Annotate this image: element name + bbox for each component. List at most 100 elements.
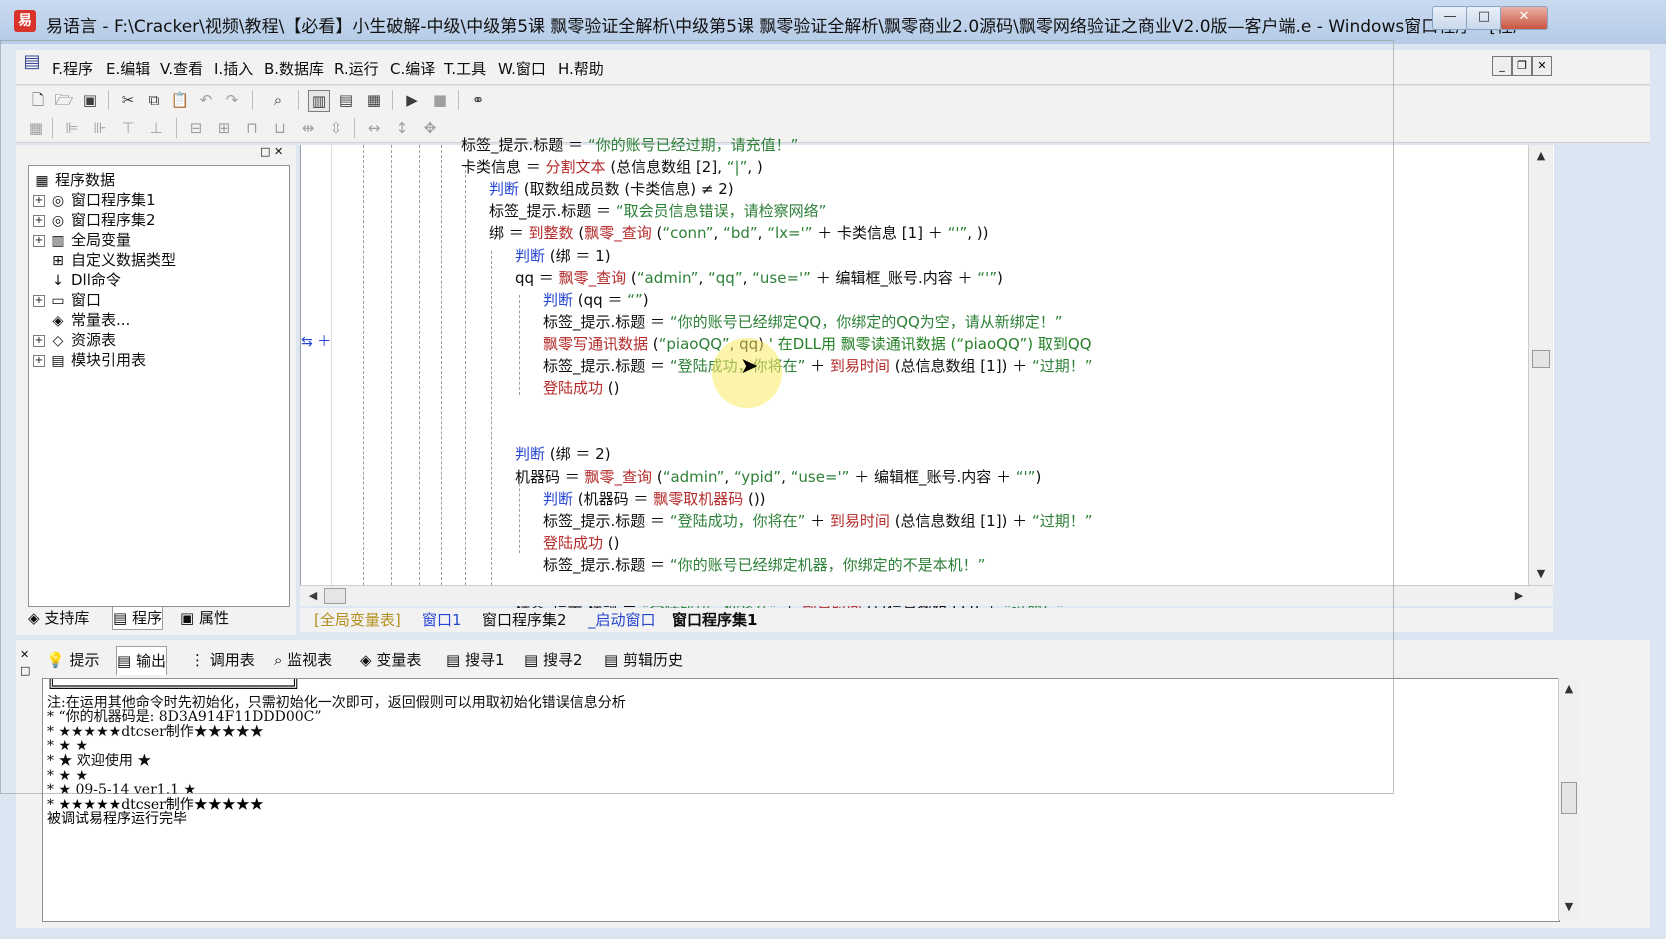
code-line[interactable]: 标签_提示.标题 ＝ “你的账号已经过期，请充值！” — [461, 135, 798, 155]
output-text-area[interactable]: ╚════════════════════════════╝ 注:在运用其他命令时… — [42, 678, 1560, 922]
expand-toggle-icon[interactable]: + — [33, 354, 45, 367]
tab-clip-history[interactable]: ▤ 剪辑历史 — [604, 646, 683, 674]
mdi-close-button[interactable]: ✕ — [1532, 56, 1552, 76]
maximize-button[interactable]: □ — [1466, 6, 1502, 30]
code-line[interactable]: 判断 (绑 ＝ 1) — [515, 246, 611, 266]
code-line[interactable]: 标签_提示.标题 ＝ “登陆成功，你将在” ＋ 到易时间 (总信息数组 [1])… — [543, 511, 1093, 531]
menu-window[interactable]: W.窗口 — [498, 58, 546, 79]
code-line[interactable]: 卡类信息 ＝ 分割文本 (总信息数组 [2], “|”, ) — [461, 157, 763, 177]
redo-icon[interactable]: ↷ — [222, 90, 242, 110]
panel-pin-icon[interactable]: □ — [20, 664, 30, 677]
tree-item[interactable]: + ▥ 全局变量 — [33, 230, 131, 250]
code-line[interactable]: 标签_提示.标题 ＝ “你的账号已经绑定QQ，你绑定的QQ为空，请从新绑定！” — [543, 312, 1063, 332]
code-line[interactable]: 标签_提示.标题 ＝ “取会员信息错误，请检察网络” — [489, 201, 826, 221]
space-v-icon[interactable]: ⊔ — [270, 118, 290, 138]
stop-icon[interactable]: ■ — [430, 90, 450, 110]
tree-item[interactable]: + ◎ 窗口程序集2 — [33, 210, 156, 230]
code-line[interactable]: 标签_提示.标题 ＝ “登陆成功，你将在” ＋ 到易时间 (总信息数组 [1])… — [543, 356, 1093, 376]
tree-item[interactable]: + ◇ 资源表 — [33, 330, 116, 350]
paste-icon[interactable]: 📋 — [170, 90, 190, 110]
tree-item[interactable]: ◈ 常量表... — [33, 310, 131, 330]
tab-startup-window[interactable]: _启动窗口 — [588, 610, 656, 630]
open-folder-icon[interactable]: 🗁 — [54, 90, 74, 110]
expand-toggle-icon[interactable]: + — [33, 194, 45, 207]
undo-icon[interactable]: ↶ — [196, 90, 216, 110]
tab-properties[interactable]: ▣ 属性 — [180, 607, 229, 629]
tab-global-vars[interactable]: [全局变量表] — [314, 610, 401, 630]
align-right-icon[interactable]: ⊪ — [90, 118, 110, 138]
tree-item[interactable]: + ▤ 模块引用表 — [33, 350, 146, 370]
code-line[interactable]: qq ＝ 飘零_查询 (“admin”, “qq”, “use='” ＋ 编辑框… — [515, 268, 1003, 288]
tree-item[interactable]: + ▭ 窗口 — [33, 290, 101, 310]
align-grid-icon[interactable]: ▦ — [26, 118, 46, 138]
menu-compile[interactable]: C.编译 — [390, 58, 435, 79]
new-file-icon[interactable]: 🗋 — [28, 90, 48, 110]
code-line[interactable]: 判断 (机器码 ＝ 飘零取机器码 ()) — [543, 489, 766, 509]
output-scrollbar[interactable]: ▲ ▼ — [1558, 678, 1579, 920]
code-line[interactable]: 判断 (qq ＝ “”) — [543, 290, 649, 310]
layout-bottom-icon[interactable]: ▤ — [336, 90, 356, 110]
tree-root[interactable]: ▦ 程序数据 — [33, 170, 115, 190]
layout-full-icon[interactable]: ▦ — [364, 90, 384, 110]
code-editor[interactable]: ⇆ ＋ 标签_提示.标题 ＝ “你的账号已经过期，请充值！” 卡类信息 ＝ 分割文… — [300, 136, 1554, 618]
tab-window-assembly1[interactable]: 窗口程序集1 — [672, 610, 757, 630]
scroll-down-icon[interactable]: ▼ — [1560, 898, 1578, 916]
tab-window-assembly2[interactable]: 窗口程序集2 — [482, 610, 567, 630]
save-icon[interactable]: ▣ — [80, 90, 100, 110]
mdi-restore-button[interactable]: ❐ — [1512, 56, 1532, 76]
hscroll-thumb[interactable] — [324, 588, 346, 604]
gutter-marker[interactable]: ⇆ ＋ — [301, 331, 331, 351]
menu-help[interactable]: H.帮助 — [558, 58, 604, 79]
tree-item[interactable]: ⊞ 自定义数据类型 — [33, 250, 176, 270]
run-icon[interactable]: ▶ — [402, 90, 422, 110]
mdi-minimize-button[interactable]: _ — [1492, 56, 1512, 76]
tab-watch[interactable]: ⌕ 监视表 — [274, 646, 332, 674]
panel-pin-icon[interactable]: □ — [260, 145, 270, 158]
scroll-thumb[interactable] — [1561, 782, 1577, 814]
same-width-icon[interactable]: ↔ — [364, 118, 384, 138]
tab-search1[interactable]: ▤ 搜寻1 — [446, 646, 505, 674]
same-size-icon[interactable]: ✥ — [420, 118, 440, 138]
expand-toggle-icon[interactable]: + — [33, 214, 45, 227]
scroll-thumb[interactable] — [1532, 350, 1550, 368]
scroll-up-icon[interactable]: ▲ — [1532, 147, 1550, 165]
tree-item[interactable]: + ◎ 窗口程序集1 — [33, 190, 156, 210]
menu-view[interactable]: V.查看 — [160, 58, 203, 79]
tab-support-library[interactable]: ◈ 支持库 — [28, 607, 89, 629]
center-h-icon[interactable]: ⊟ — [186, 118, 206, 138]
menu-edit[interactable]: E.编辑 — [106, 58, 150, 79]
tab-search2[interactable]: ▤ 搜寻2 — [524, 646, 583, 674]
code-line[interactable]: 登陆成功 () — [543, 533, 620, 553]
copy-icon[interactable]: ⧉ — [144, 90, 164, 110]
menu-program[interactable]: F.程序 — [52, 58, 93, 79]
tab-variables[interactable]: ◈ 变量表 — [360, 646, 421, 674]
scroll-right-icon[interactable]: ▶ — [1510, 587, 1528, 605]
scroll-up-icon[interactable]: ▲ — [1560, 680, 1578, 698]
align-left-icon[interactable]: ⊫ — [62, 118, 82, 138]
layout-left-icon[interactable]: ▥ — [308, 90, 330, 112]
code-line[interactable]: 绑 ＝ 到整数 (飘零_查询 (“conn”, “bd”, “lx='” ＋ 卡… — [489, 223, 988, 243]
tree-item[interactable]: ↓ Dll命令 — [33, 270, 121, 290]
align-top-icon[interactable]: ⊤ — [118, 118, 138, 138]
distribute-h-icon[interactable]: ⇹ — [298, 118, 318, 138]
tab-hint[interactable]: 💡 提示 — [46, 646, 99, 674]
align-bottom-icon[interactable]: ⊥ — [146, 118, 166, 138]
code-line[interactable]: 判断 (绑 ＝ 2) — [515, 444, 611, 464]
tab-window1[interactable]: 窗口1 — [422, 610, 462, 630]
close-button[interactable]: ✕ — [1500, 6, 1548, 30]
code-line[interactable]: 标签_提示.标题 ＝ “你的账号已经绑定机器，你绑定的不是本机！” — [543, 555, 985, 575]
code-line[interactable]: 判断 (取数组成员数 (卡类信息) ≠ 2) — [489, 179, 734, 199]
code-line[interactable]: 登陆成功 () — [543, 378, 620, 398]
tab-program[interactable]: ▤ 程序 — [112, 607, 163, 630]
editor-vertical-scrollbar[interactable]: ▲ ▼ — [1528, 145, 1553, 585]
minimize-button[interactable]: — — [1432, 6, 1468, 30]
find-icon[interactable]: ⌕ — [268, 90, 288, 110]
distribute-v-icon[interactable]: ⇳ — [326, 118, 346, 138]
center-v-icon[interactable]: ⊞ — [214, 118, 234, 138]
same-height-icon[interactable]: ↕ — [392, 118, 412, 138]
scroll-down-icon[interactable]: ▼ — [1532, 565, 1550, 583]
editor-horizontal-scrollbar[interactable]: ◀ ▶ — [300, 585, 1553, 606]
code-line[interactable]: 飘零写通讯数据 (“piaoQQ”, qq) ' 在DLL用 飘零读通讯数据 (… — [543, 334, 1092, 354]
panel-close-icon[interactable]: ✕ — [20, 648, 29, 661]
menu-database[interactable]: B.数据库 — [264, 58, 324, 79]
